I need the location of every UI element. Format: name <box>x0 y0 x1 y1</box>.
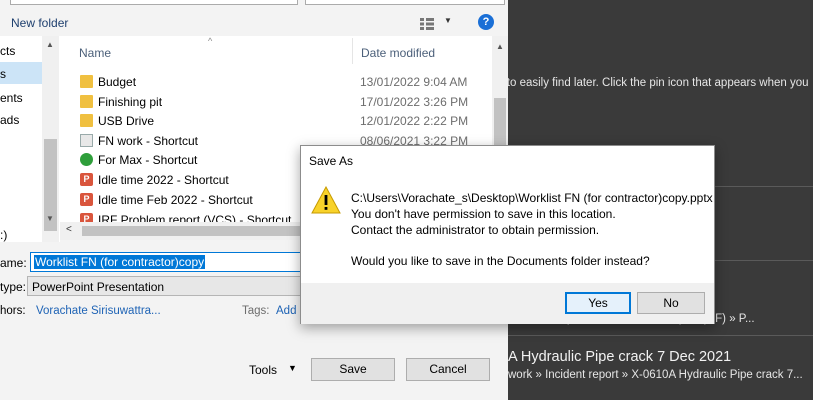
search-box[interactable] <box>305 0 505 5</box>
folder-icon <box>80 75 93 88</box>
file-name-selected-text: Worklist FN (for contractor)copy <box>34 255 206 269</box>
nav-selected-highlight <box>0 62 42 84</box>
file-name: Finishing pit <box>98 95 163 109</box>
globe-shortcut-icon <box>80 153 93 166</box>
save-type-value: PowerPoint Presentation <box>32 280 165 294</box>
nav-item[interactable]: ents <box>0 91 23 105</box>
save-type-select[interactable]: PowerPoint Presentation <box>27 276 310 296</box>
chevron-down-icon[interactable]: ▼ <box>46 214 54 223</box>
save-as-message-box: Save As C:\Users\Vorachate_s\Desktop\Wor… <box>300 145 715 324</box>
message-text: You don't have permission to save in thi… <box>351 207 616 221</box>
bg-item-path: work » Incident report » X-0610A Hydraul… <box>508 369 803 381</box>
nav-item[interactable]: s <box>0 67 6 81</box>
file-name-input[interactable]: Worklist FN (for contractor)copy <box>30 252 310 272</box>
dialog-toolbar: New folder ▼ ? <box>0 8 508 36</box>
chevron-down-icon[interactable]: ▼ <box>444 16 452 25</box>
address-bar[interactable] <box>10 0 298 5</box>
chevron-left-icon[interactable]: < <box>66 224 72 235</box>
save-type-label: type: <box>0 280 27 294</box>
no-button[interactable]: No <box>637 292 705 314</box>
bg-item-title[interactable]: A Hydraulic Pipe crack 7 Dec 2021 <box>508 349 731 365</box>
file-row[interactable]: USB Drive 12/01/2022 2:22 PM <box>60 111 508 131</box>
ppt-shortcut-icon: P <box>80 193 93 206</box>
bg-divider <box>490 335 813 336</box>
nav-item[interactable]: cts <box>0 44 15 58</box>
column-header-name[interactable]: Name <box>79 46 111 60</box>
cancel-button[interactable]: Cancel <box>406 358 490 381</box>
tags-label: Tags: <box>242 305 270 317</box>
folder-icon <box>80 95 93 108</box>
file-row[interactable]: Finishing pit 17/01/2022 3:26 PM <box>60 92 508 112</box>
new-folder-button[interactable]: New folder <box>11 16 68 30</box>
sort-caret-icon: ^ <box>208 36 213 46</box>
authors-label: hors: <box>0 305 26 317</box>
nav-scrollbar[interactable]: ▲ ▼ <box>42 36 59 242</box>
help-icon[interactable]: ? <box>478 14 494 30</box>
bg-hint-text: nt to easily find later. Click the pin i… <box>494 77 809 89</box>
tags-add-link[interactable]: Add <box>276 305 296 317</box>
file-row[interactable]: Budget 13/01/2022 9:04 AM <box>60 72 508 92</box>
chevron-up-icon[interactable]: ▲ <box>46 40 54 49</box>
nav-item[interactable]: ads <box>0 113 19 127</box>
tools-menu[interactable]: Tools <box>249 363 277 377</box>
message-question: Would you like to save in the Documents … <box>351 254 650 268</box>
file-date: 13/01/2022 9:04 AM <box>360 75 468 89</box>
message-path: C:\Users\Vorachate_s\Desktop\Worklist FN… <box>351 191 713 205</box>
file-name: Idle time Feb 2022 - Shortcut <box>98 193 253 207</box>
warning-icon <box>311 186 341 214</box>
file-name: FN work - Shortcut <box>98 134 199 148</box>
file-name: For Max - Shortcut <box>98 153 198 167</box>
file-name-label: ame: <box>0 256 27 270</box>
shortcut-icon <box>80 134 93 147</box>
nav-item[interactable]: :) <box>0 228 7 242</box>
save-button[interactable]: Save <box>311 358 395 381</box>
yes-button[interactable]: Yes <box>565 292 631 314</box>
message-text: Contact the administrator to obtain perm… <box>351 223 600 237</box>
file-name: Budget <box>98 75 137 89</box>
message-box-title: Save As <box>309 154 354 168</box>
message-box-footer: Yes No <box>301 283 714 324</box>
ppt-shortcut-icon: P <box>80 173 93 186</box>
view-options-icon[interactable] <box>420 18 434 30</box>
file-date: 17/01/2022 3:26 PM <box>360 95 469 109</box>
column-header-date-modified[interactable]: Date modified <box>361 46 435 60</box>
file-name: Idle time 2022 - Shortcut <box>98 173 229 187</box>
file-date: 12/01/2022 2:22 PM <box>360 114 469 128</box>
folder-icon <box>80 114 93 127</box>
chevron-down-icon[interactable]: ▼ <box>288 363 297 373</box>
chevron-up-icon[interactable]: ▲ <box>496 42 504 51</box>
column-separator[interactable] <box>352 38 353 64</box>
file-name: USB Drive <box>98 114 155 128</box>
scrollbar-thumb[interactable] <box>82 226 302 236</box>
authors-value[interactable]: Vorachate Sirisuwattra... <box>36 305 161 317</box>
